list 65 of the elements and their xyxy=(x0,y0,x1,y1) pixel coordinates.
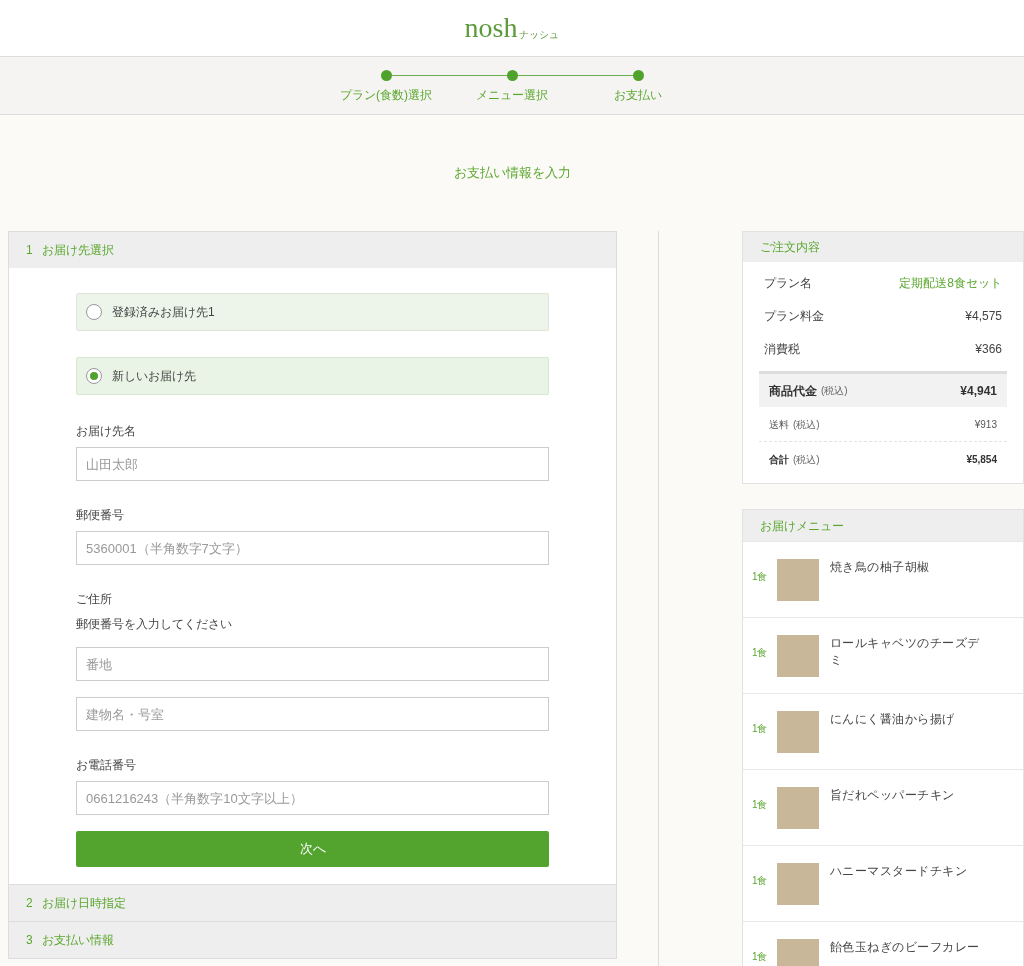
step-label: メニュー選択 xyxy=(476,87,548,104)
row-label: プラン料金 xyxy=(763,307,824,325)
quantity: 1食 xyxy=(751,570,769,584)
field-label: 郵便番号 xyxy=(76,507,125,524)
card-header: お届けメニュー xyxy=(742,510,1023,541)
section-number: 3 xyxy=(26,932,33,949)
input-field[interactable]: 山田太郎 xyxy=(76,447,549,481)
address-option[interactable]: 新しいお届け先 xyxy=(76,357,549,395)
quantity: 1食 xyxy=(751,646,769,660)
row-label: 商品代金 xyxy=(768,382,817,400)
input-field[interactable]: 建物名・号室 xyxy=(76,697,549,731)
input-field[interactable]: 番地 xyxy=(76,647,549,681)
field-label: お届け先名 xyxy=(76,423,137,440)
quantity: 1食 xyxy=(751,950,769,964)
next-button[interactable]: 次へ xyxy=(76,831,549,867)
row-value: ¥4,575 xyxy=(965,307,1002,325)
tax-note: (税込) xyxy=(792,453,820,467)
address-option[interactable]: 登録済みお届け先1 xyxy=(76,293,549,331)
photo-placeholder xyxy=(776,863,819,905)
input-field[interactable]: 0661216243（半角数字10文字以上） xyxy=(76,781,549,815)
radio-button[interactable] xyxy=(86,304,102,320)
field-label: お電話番号 xyxy=(76,757,137,774)
field-hint: 郵便番号を入力してください xyxy=(76,616,233,633)
row-label: 合計 xyxy=(768,453,789,467)
row-label: 送料 xyxy=(768,417,789,432)
input-field[interactable]: 5360001（半角数字7文字） xyxy=(76,531,549,565)
photo-placeholder xyxy=(776,559,819,601)
menu-item-name: 飴色玉ねぎのビーフカレー xyxy=(829,939,981,956)
section-number: 2 xyxy=(26,895,33,912)
tax-note: (税込) xyxy=(820,384,848,398)
step-label: プラン(食数)選択 xyxy=(340,87,432,104)
row-label: プラン名 xyxy=(763,274,812,292)
page-title: お支払い情報を入力 xyxy=(452,164,572,183)
option-label: 新しいお届け先 xyxy=(112,368,196,385)
radio-button[interactable] xyxy=(86,368,102,384)
photo-placeholder xyxy=(776,635,819,677)
quantity: 1食 xyxy=(751,874,769,888)
quantity: 1食 xyxy=(751,722,769,736)
photo-placeholder xyxy=(776,787,819,829)
section-number: 1 xyxy=(26,242,33,259)
section-header[interactable]: 1 お届け先選択 xyxy=(9,232,616,268)
field-label: ご住所 xyxy=(76,591,113,608)
section-header[interactable]: 2 お届け日時指定 xyxy=(9,885,616,921)
quantity: 1食 xyxy=(751,798,769,812)
section-header[interactable]: 3 お支払い情報 xyxy=(9,922,616,958)
photo-placeholder xyxy=(776,711,819,753)
logo[interactable]: noshナッシュ xyxy=(464,14,560,42)
menu-item-name: ハニーマスタードチキン xyxy=(829,863,969,880)
option-label: 登録済みお届け先1 xyxy=(112,304,215,321)
menu-item-name: 焼き鳥の柚子胡椒 xyxy=(829,559,931,576)
tax-note: (税込) xyxy=(792,417,820,432)
row-value: 定期配送8食セット xyxy=(899,274,1002,292)
menu-item-name: ロールキャベツのチーズデミ xyxy=(829,635,981,669)
step-label: お支払い xyxy=(614,87,662,104)
row-value: ¥366 xyxy=(975,340,1002,358)
section-title: お届け日時指定 xyxy=(41,895,126,912)
menu-item-name: 旨だれペッパーチキン xyxy=(829,787,956,804)
section-title: お支払い情報 xyxy=(41,932,114,949)
row-label: 消費税 xyxy=(763,340,800,358)
card-header: ご注文内容 xyxy=(742,232,1023,262)
row-value: ¥5,854 xyxy=(966,453,997,467)
section-title: お届け先選択 xyxy=(41,242,114,259)
row-value: ¥913 xyxy=(974,417,997,432)
row-value: ¥4,941 xyxy=(960,382,997,400)
menu-item-name: にんにく醤油から揚げ xyxy=(829,711,956,728)
